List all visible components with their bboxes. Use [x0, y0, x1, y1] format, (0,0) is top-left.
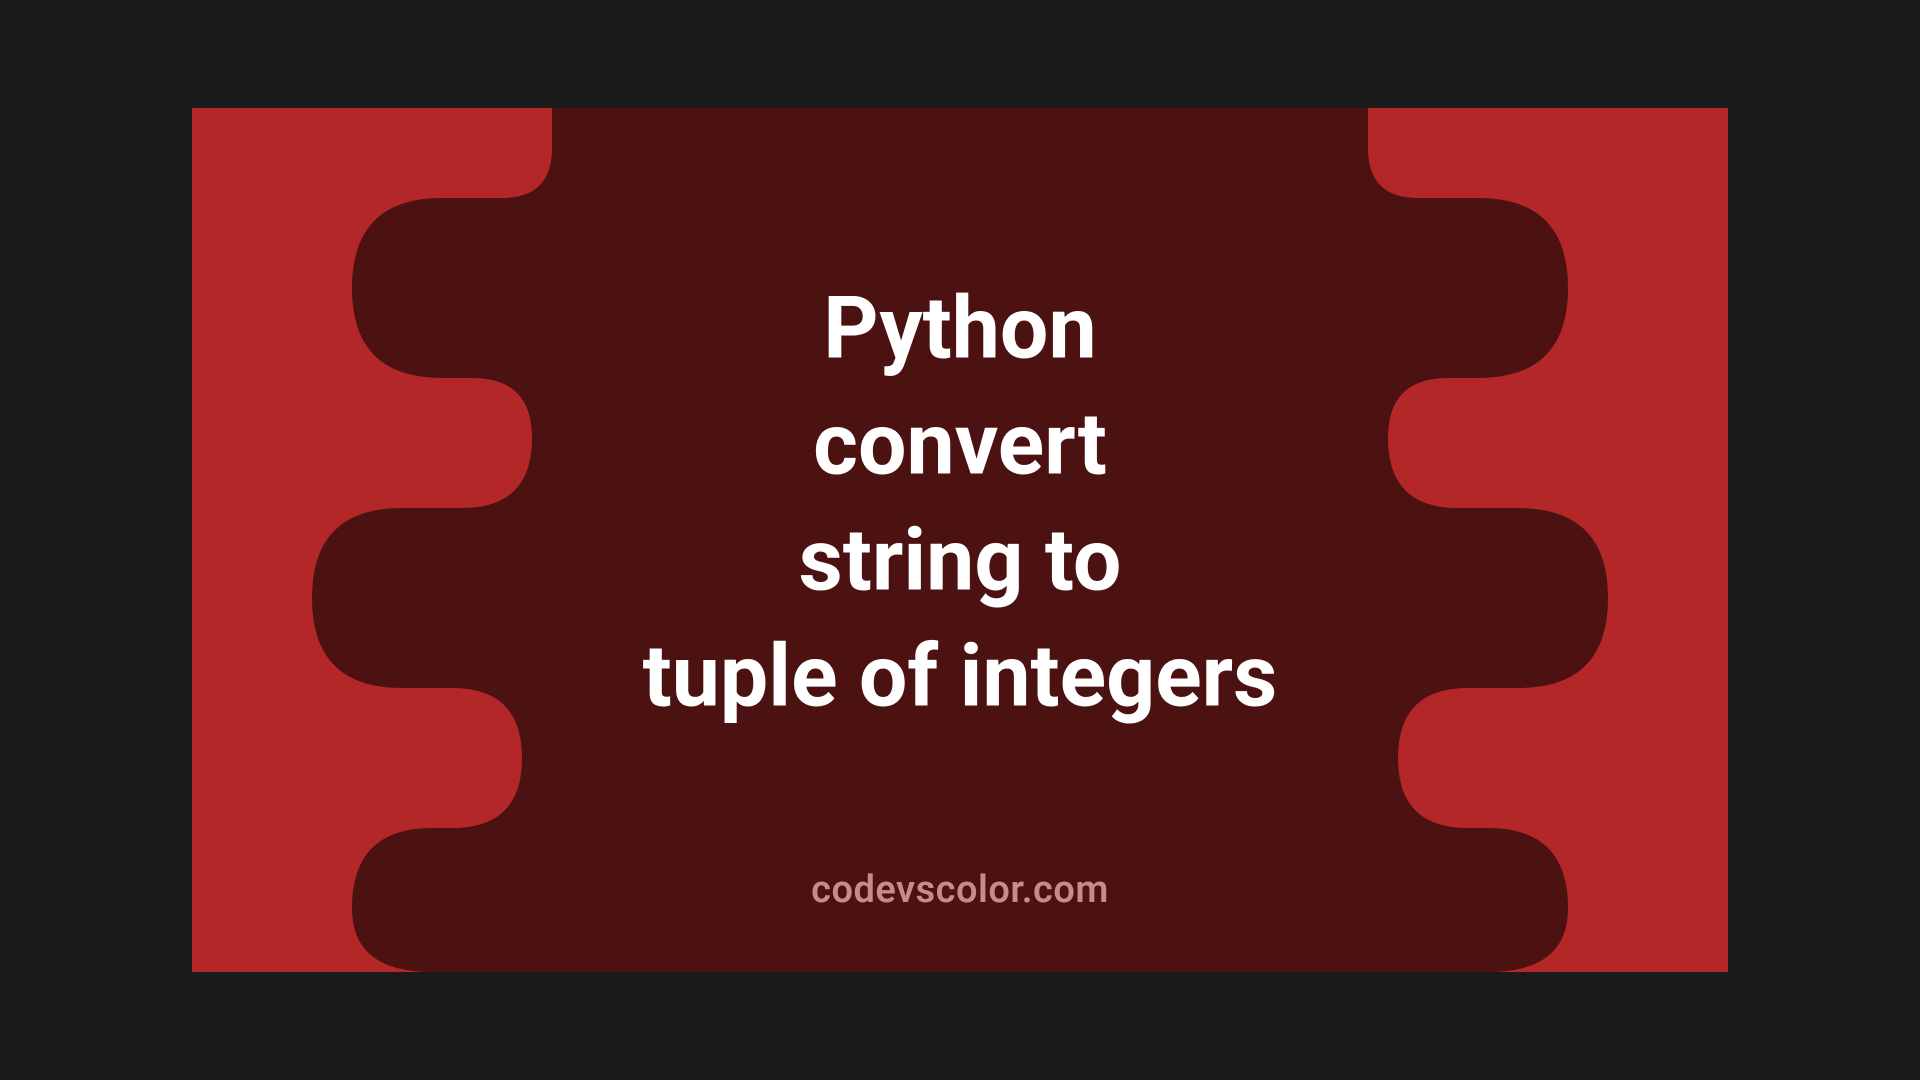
banner-graphic: Python convert string to tuple of intege…: [192, 108, 1728, 972]
banner-title: Python convert string to tuple of intege…: [643, 271, 1278, 735]
watermark-text: codevscolor.com: [811, 868, 1109, 912]
